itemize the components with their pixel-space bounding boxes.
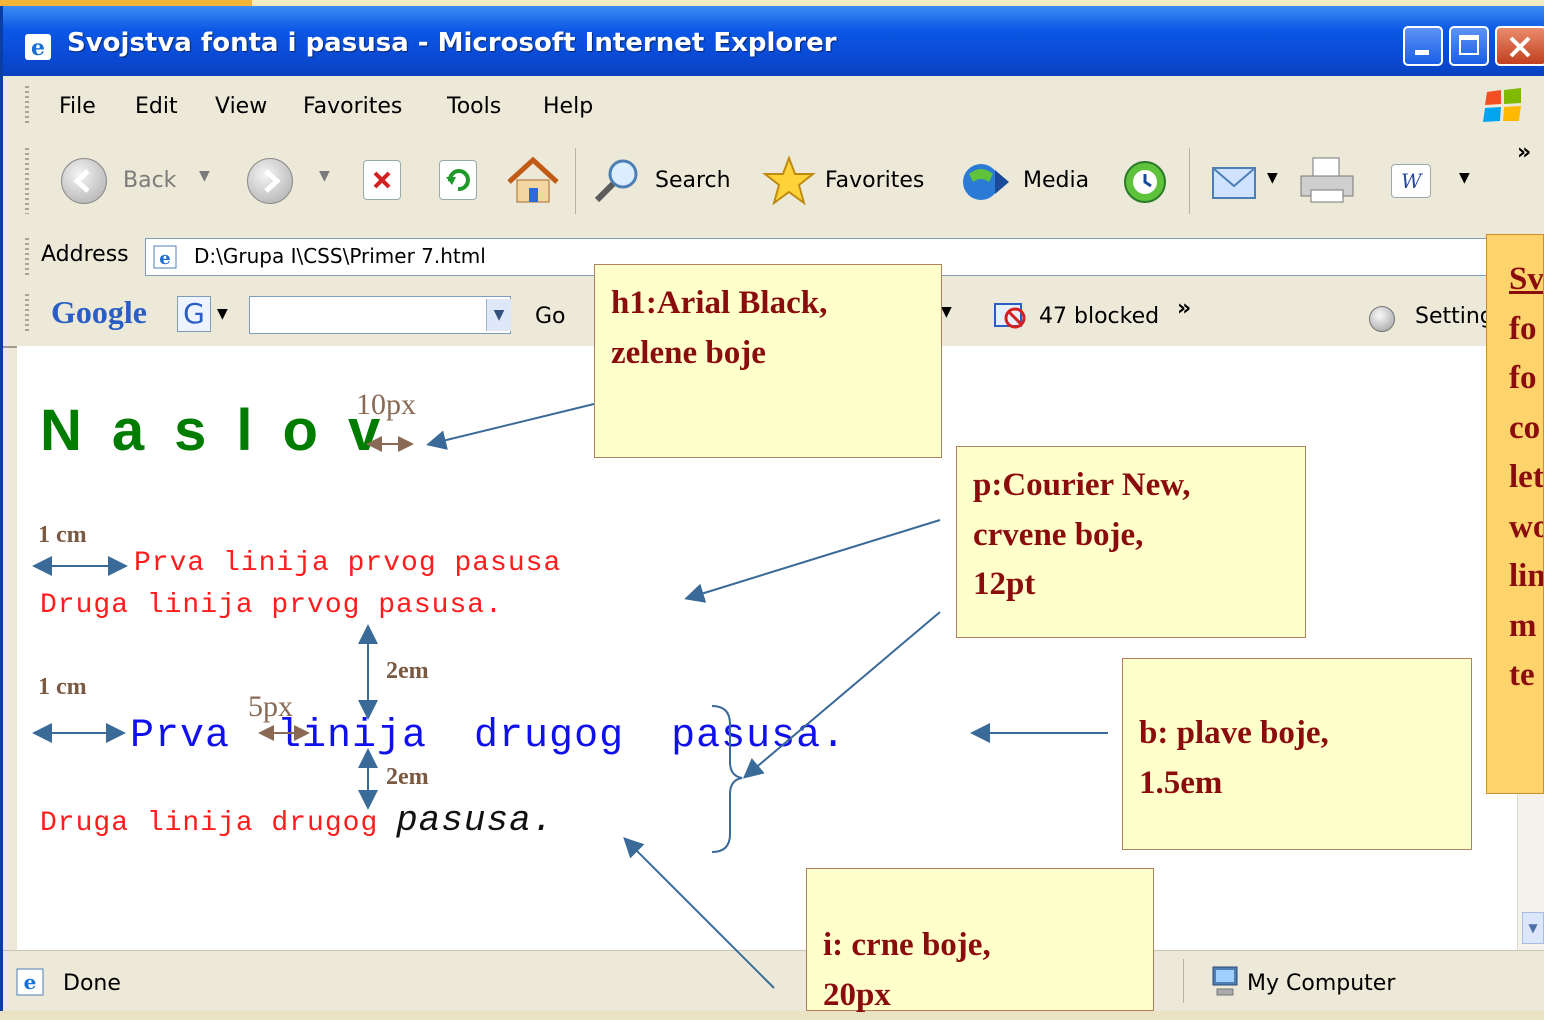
callout-side-line: te xyxy=(1509,651,1543,701)
callout-p-line1: p:Courier New, xyxy=(973,461,1289,511)
callout-side-line: let xyxy=(1509,453,1543,503)
arrow-p-second xyxy=(746,612,940,776)
paragraph-brace xyxy=(712,706,742,852)
callout-side-line: lin xyxy=(1509,552,1543,602)
callout-h1-line1: h1:Arial Black, xyxy=(611,279,925,329)
callout-p-line3: 12pt xyxy=(973,560,1289,610)
callout-b-line2: 1.5em xyxy=(1139,759,1455,809)
callout-i: i: crne boje, 20px xyxy=(806,868,1154,1011)
callout-side-title: Sv xyxy=(1509,255,1543,305)
callout-side-line: fo xyxy=(1509,305,1543,355)
callout-side-line: fo xyxy=(1509,354,1543,404)
callout-b: b: plave boje, 1.5em xyxy=(1122,658,1472,850)
arrow-h1 xyxy=(430,404,594,444)
callout-i-line1: i: crne boje, xyxy=(823,921,1137,971)
callout-h1-line2: zelene boje xyxy=(611,329,925,379)
callout-p-line2: crvene boje, xyxy=(973,511,1289,561)
callout-h1: h1:Arial Black, zelene boje xyxy=(594,264,942,458)
callout-b-line1: b: plave boje, xyxy=(1139,709,1455,759)
callout-properties-side: Sv fo fo co let wo lin m te xyxy=(1486,234,1544,794)
callout-side-line: co xyxy=(1509,404,1543,454)
callout-side-line: m xyxy=(1509,602,1543,652)
callout-i-line2: 20px xyxy=(823,971,1137,1020)
callout-p: p:Courier New, crvene boje, 12pt xyxy=(956,446,1306,638)
arrow-i xyxy=(626,840,774,988)
callout-side-line: wo xyxy=(1509,503,1543,553)
arrow-p xyxy=(688,520,940,598)
annotation-arrows xyxy=(0,0,1544,1011)
